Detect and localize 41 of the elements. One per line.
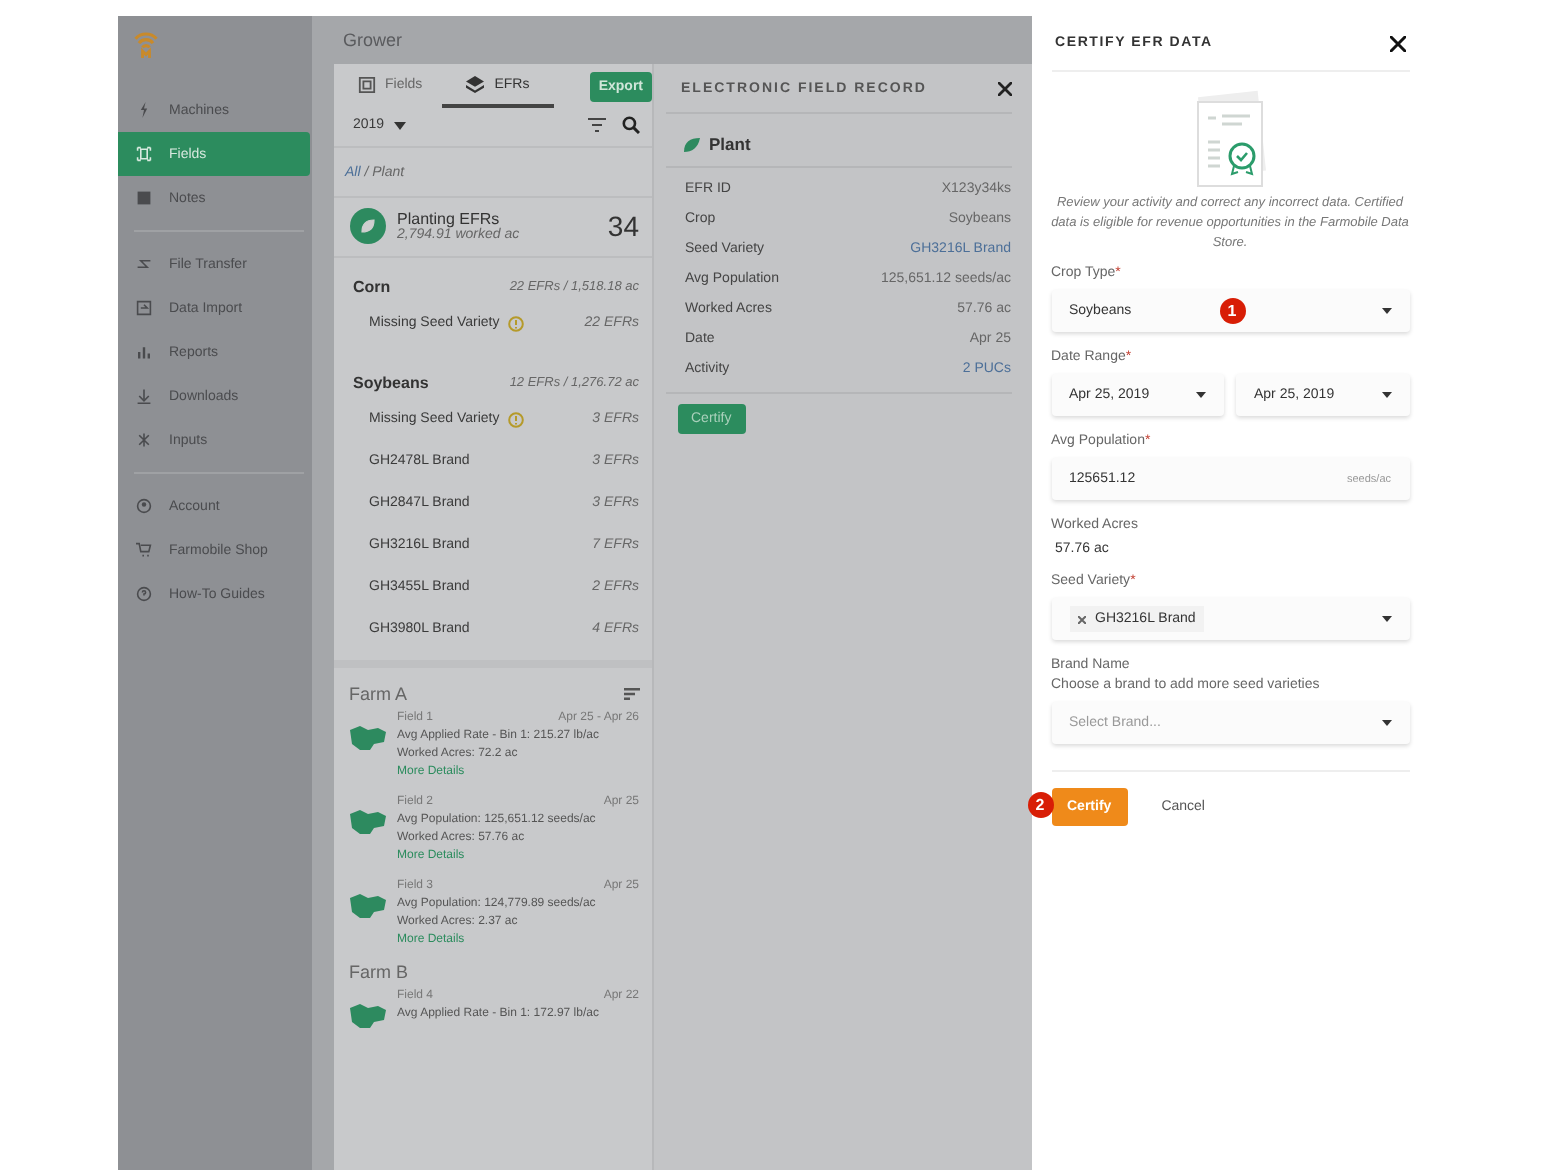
crop-name: Corn — [353, 277, 391, 295]
bar-chart-icon — [135, 344, 151, 360]
arrows-icon — [135, 256, 151, 272]
cart-icon — [135, 542, 151, 558]
field-shape-icon — [349, 810, 385, 834]
filter-icon[interactable] — [587, 118, 605, 132]
caret-icon — [394, 121, 407, 129]
caret-icon — [1196, 392, 1206, 398]
header-title: Grower — [343, 30, 403, 50]
section-title: Plant — [709, 134, 751, 154]
farm-name: Farm B — [349, 962, 409, 982]
caret-icon — [1381, 616, 1391, 622]
help-icon — [135, 586, 151, 602]
bolt-icon — [135, 102, 151, 118]
layers-icon — [466, 75, 485, 93]
step-marker: 1 — [1219, 298, 1245, 324]
summary-title: Planting EFRs — [397, 210, 500, 228]
field-shape-icon — [349, 894, 385, 918]
remove-icon[interactable] — [1077, 615, 1085, 623]
field-icon — [135, 146, 151, 162]
farm-name: Farm A — [349, 684, 408, 704]
field-shape-icon — [349, 726, 385, 750]
signal-logo-icon — [131, 28, 159, 60]
leaf-icon — [681, 135, 699, 153]
efr-count: 34 — [607, 210, 639, 242]
caret-icon — [1381, 308, 1391, 314]
crop-name: Soybeans — [353, 373, 429, 391]
import-icon — [135, 300, 151, 316]
caret-icon — [1381, 720, 1391, 726]
field-shape-icon — [349, 1004, 385, 1028]
sort-icon[interactable] — [623, 688, 639, 700]
search-icon[interactable] — [621, 116, 639, 134]
note-icon — [135, 190, 151, 206]
caret-icon — [1381, 392, 1391, 398]
close-icon[interactable] — [997, 81, 1011, 95]
download-icon — [135, 388, 151, 404]
field-icon — [357, 75, 375, 93]
asterisk-icon — [135, 432, 151, 448]
close-icon[interactable] — [1389, 35, 1405, 51]
account-icon — [135, 498, 151, 514]
leaf-icon — [349, 208, 385, 244]
